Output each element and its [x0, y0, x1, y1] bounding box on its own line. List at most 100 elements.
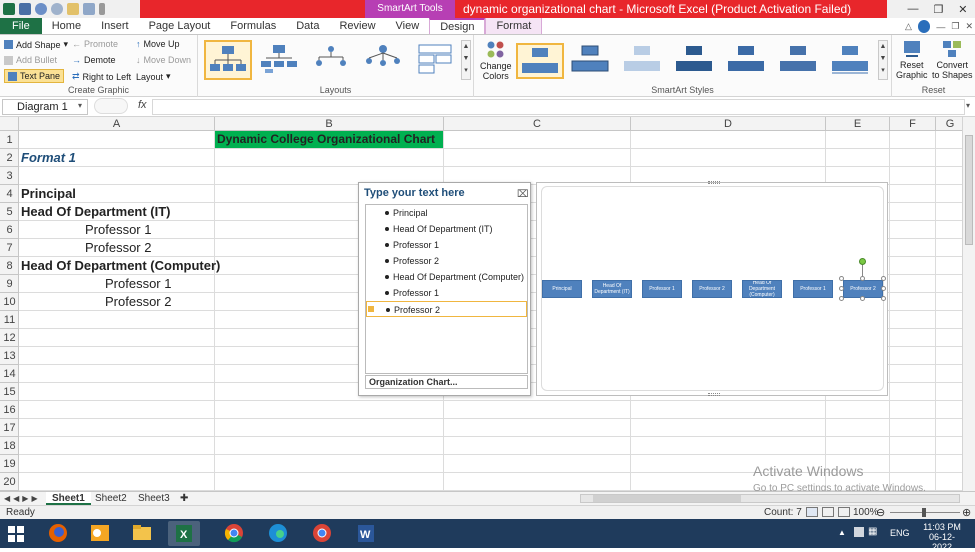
zoom-in-icon[interactable]: ⊕ — [962, 506, 971, 519]
text-pane-footer-link[interactable]: Organization Chart... — [365, 375, 528, 389]
tab-home[interactable]: Home — [42, 18, 91, 34]
row-header[interactable]: 2 — [0, 149, 19, 167]
name-box[interactable]: Diagram 1 — [2, 99, 88, 115]
select-all-corner[interactable] — [0, 117, 19, 131]
row-header[interactable]: 5 — [0, 203, 19, 221]
formula-bar-resize-handle[interactable] — [94, 98, 128, 114]
page-break-view-icon[interactable] — [838, 507, 850, 517]
tab-format[interactable]: Format — [485, 18, 543, 34]
horizontal-scroll-thumb[interactable] — [593, 495, 741, 502]
resize-handle[interactable] — [839, 286, 844, 291]
row-header[interactable]: 13 — [0, 347, 19, 365]
vertical-scrollbar[interactable] — [962, 117, 975, 491]
column-header-d[interactable]: D — [631, 117, 826, 131]
windows-start-icon[interactable] — [8, 526, 24, 542]
cell-a8[interactable]: Head Of Department (Computer) — [21, 257, 220, 275]
help-icon[interactable] — [917, 20, 931, 33]
row-header[interactable]: 16 — [0, 401, 19, 419]
customize-qat-icon[interactable] — [99, 3, 105, 15]
cell-a4[interactable]: Principal — [21, 185, 76, 203]
row-header[interactable]: 14 — [0, 365, 19, 383]
resize-handle[interactable] — [881, 276, 886, 281]
row-header[interactable]: 3 — [0, 167, 19, 185]
network-icon[interactable]: ▦ — [868, 526, 877, 537]
excel-taskbar-icon[interactable]: X — [168, 521, 200, 546]
formula-input[interactable] — [152, 99, 965, 115]
firefox-icon[interactable] — [42, 521, 74, 546]
column-header-g[interactable]: G — [936, 117, 965, 131]
window-minimize-icon[interactable]: — — [936, 22, 945, 32]
convert-to-shapes-button[interactable]: Convert to Shapes — [932, 38, 973, 80]
smartart-style-option-1[interactable] — [516, 43, 564, 79]
tab-page-layout[interactable]: Page Layout — [139, 18, 221, 34]
page-layout-view-icon[interactable] — [822, 507, 834, 517]
tab-formulas[interactable]: Formulas — [220, 18, 286, 34]
column-header-e[interactable]: E — [826, 117, 890, 131]
print-preview-icon[interactable] — [83, 3, 95, 15]
minimize-icon[interactable]: — — [907, 3, 918, 15]
cell-a10[interactable]: Professor 2 — [105, 293, 171, 311]
chrome-profile-icon[interactable] — [306, 521, 338, 546]
save-icon[interactable] — [19, 3, 31, 15]
cell-a2[interactable]: Format 1 — [21, 149, 76, 167]
chrome-icon[interactable] — [218, 521, 250, 546]
tab-data[interactable]: Data — [286, 18, 329, 34]
move-down-button[interactable]: ↓ Move Down — [136, 55, 191, 65]
text-pane-close-icon[interactable]: ⌧ — [517, 189, 529, 200]
horizontal-scrollbar[interactable] — [580, 494, 960, 503]
add-bullet-button[interactable]: Add Bullet — [4, 55, 57, 65]
ribbon-minimize-icon[interactable]: △ — [905, 21, 912, 32]
layouts-gallery-scroll[interactable]: ▲ ▼ ▾ — [461, 40, 471, 80]
restore-icon[interactable]: ❐ — [933, 3, 943, 16]
layout-option-hierarchy[interactable] — [308, 40, 356, 80]
resize-handle[interactable] — [860, 296, 865, 301]
cell-a9[interactable]: Professor 1 — [105, 275, 171, 293]
column-header-b[interactable]: B — [215, 117, 444, 131]
row-header[interactable]: 8 — [0, 257, 19, 275]
org-node-professor[interactable]: Professor 1 — [642, 280, 682, 298]
column-header-a[interactable]: A — [19, 117, 215, 131]
text-pane-button[interactable]: Text Pane — [4, 69, 65, 83]
zoom-slider-thumb[interactable] — [922, 508, 926, 517]
text-pane-item[interactable]: Professor 2 — [366, 253, 527, 269]
org-node-professor[interactable]: Professor 1 — [793, 280, 833, 298]
text-pane-item[interactable]: Professor 1 — [366, 285, 527, 301]
demote-button[interactable]: → Demote — [72, 55, 116, 65]
promote-button[interactable]: ← Promote — [72, 39, 118, 49]
tab-view[interactable]: View — [386, 18, 430, 34]
cell-a5[interactable]: Head Of Department (IT) — [21, 203, 171, 221]
row-header[interactable]: 10 — [0, 293, 19, 311]
battery-icon[interactable] — [854, 527, 864, 537]
tab-design[interactable]: Design — [429, 18, 486, 34]
edge-icon[interactable] — [262, 521, 294, 546]
text-pane-item-selected[interactable]: Professor 2 — [366, 301, 527, 317]
org-node-hod-it[interactable]: Head Of Department (IT) — [592, 280, 632, 298]
smartart-style-option-2[interactable] — [568, 43, 616, 79]
org-node-professor[interactable]: Professor 2 — [692, 280, 732, 298]
tab-file[interactable]: File — [0, 18, 42, 34]
row-header[interactable]: 1 — [0, 131, 19, 149]
resize-handle[interactable] — [839, 276, 844, 281]
layout-option-name-title-org[interactable] — [256, 40, 304, 80]
smartart-style-option-5[interactable] — [724, 43, 772, 79]
rotation-handle[interactable] — [859, 258, 866, 265]
row-header[interactable]: 20 — [0, 473, 19, 491]
org-node-principal[interactable]: Principal — [542, 280, 582, 298]
sheet-navigation-arrows[interactable]: ◀◀▶▶ — [4, 492, 41, 505]
sheet-tab-sheet3[interactable]: Sheet3 — [132, 492, 176, 505]
open-icon[interactable] — [67, 3, 79, 15]
right-to-left-button[interactable]: ⇄ Right to Left — [72, 71, 131, 82]
word-icon[interactable]: W — [350, 521, 382, 546]
add-shape-button[interactable]: Add Shape ▾ — [4, 39, 68, 50]
layout-option-org-chart[interactable] — [204, 40, 252, 80]
text-pane-item[interactable]: Head Of Department (Computer) — [366, 269, 527, 285]
text-pane-item[interactable]: Principal — [366, 205, 527, 221]
smartart-style-option-3[interactable] — [620, 43, 668, 79]
redo-icon[interactable] — [51, 3, 63, 15]
column-header-c[interactable]: C — [444, 117, 631, 131]
text-pane-item[interactable]: Professor 1 — [366, 237, 527, 253]
normal-view-icon[interactable] — [806, 507, 818, 517]
smartart-style-option-6[interactable] — [776, 43, 824, 79]
row-header[interactable]: 15 — [0, 383, 19, 401]
move-up-button[interactable]: ↑ Move Up — [136, 39, 180, 49]
